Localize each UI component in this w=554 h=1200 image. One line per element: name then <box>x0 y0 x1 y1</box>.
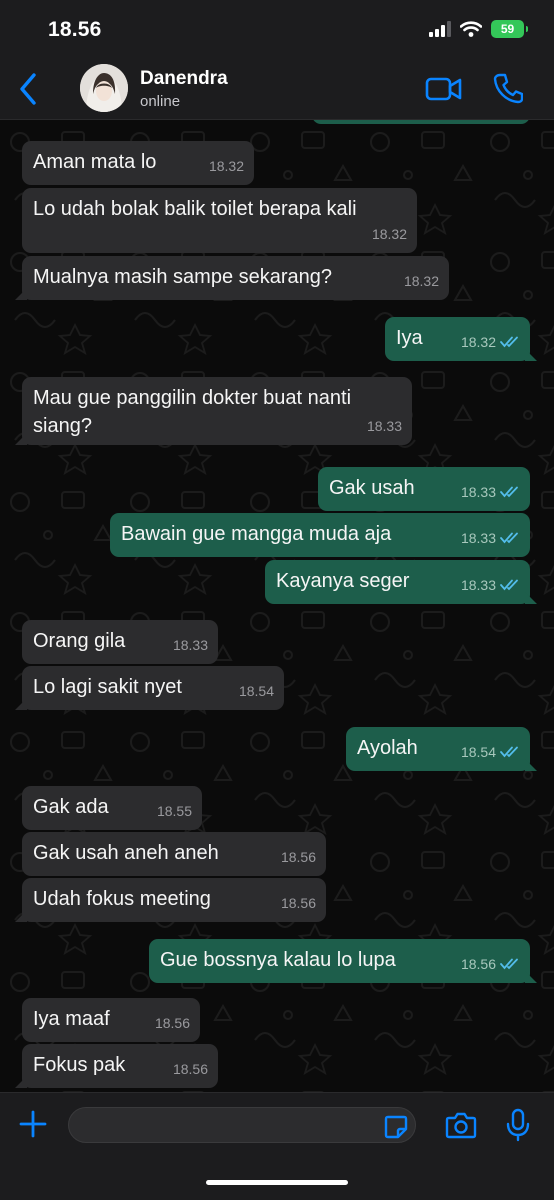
read-receipt-icon <box>500 336 518 348</box>
message-list[interactable]: Aman mata lo 18.32 Lo udah bolak balik t… <box>0 120 554 1092</box>
status-icons: 59 <box>429 20 528 38</box>
message-text: Aman mata lo <box>33 151 157 173</box>
message-bubble-outgoing[interactable]: Gue bossnya kalau lo lupa 18.56 <box>149 939 537 983</box>
message-text: Gak ada <box>33 796 109 818</box>
message-time: 18.33 <box>460 484 496 500</box>
message-bubble-outgoing[interactable]: Kayanya seger 18.33 <box>265 560 537 604</box>
back-chevron-icon[interactable] <box>14 70 42 108</box>
message-text: Fokus pak <box>33 1054 126 1076</box>
message-bubble-incoming[interactable]: Gak ada 18.55 <box>22 786 202 830</box>
message-time: 18.33 <box>366 418 402 434</box>
read-receipt-icon <box>500 486 518 498</box>
message-bubble-incoming[interactable]: Lo lagi sakit nyet 18.54 <box>15 666 284 710</box>
sticker-icon[interactable] <box>383 1114 409 1140</box>
message-text: Kayanya seger <box>276 570 410 592</box>
message-bubble-incoming[interactable]: Iya maaf 18.56 <box>22 998 200 1042</box>
home-indicator <box>206 1180 348 1185</box>
message-text: Gak usah <box>329 477 415 499</box>
message-text: Iya maaf <box>33 1008 110 1030</box>
message-time: 18.56 <box>280 895 316 911</box>
message-bubble-incoming[interactable]: Mau gue panggilin dokter buat nanti sian… <box>15 377 412 445</box>
message-text: Gak usah aneh aneh <box>33 842 219 864</box>
message-bubble-incoming[interactable]: Mualnya masih sampe sekarang? 18.32 <box>15 256 449 300</box>
avatar-image <box>80 64 128 112</box>
message-bubble-incoming[interactable]: Aman mata lo 18.32 <box>22 141 254 185</box>
phone-call-icon[interactable] <box>493 72 523 104</box>
avatar[interactable] <box>80 64 128 112</box>
wifi-icon <box>460 21 482 37</box>
chat-header: Danendra online <box>0 58 554 120</box>
message-bubble-incoming[interactable]: Lo udah bolak balik toilet berapa kali 1… <box>22 188 417 253</box>
message-bubble-outgoing[interactable]: Bawain gue mangga muda aja 18.33 <box>110 513 530 557</box>
message-time: 18.55 <box>156 803 192 819</box>
message-time: 18.32 <box>208 158 244 174</box>
video-call-icon[interactable] <box>425 75 463 103</box>
message-time: 18.32 <box>460 334 496 350</box>
message-text: Lo udah bolak balik toilet berapa kali <box>33 198 357 220</box>
message-time: 18.33 <box>172 637 208 653</box>
message-bubble-outgoing[interactable]: Ayolah 18.54 <box>346 727 537 771</box>
message-time: 18.56 <box>460 956 496 972</box>
message-bubble-incoming[interactable]: Udah fokus meeting 18.56 <box>15 878 326 922</box>
message-time: 18.54 <box>238 683 274 699</box>
message-text: Lo lagi sakit nyet <box>33 676 182 698</box>
plus-icon[interactable] <box>18 1109 48 1139</box>
message-text: Gue bossnya kalau lo lupa <box>160 949 396 971</box>
status-time: 18.56 <box>48 18 102 41</box>
message-text: Udah fokus meeting <box>33 888 211 910</box>
read-receipt-icon <box>500 746 518 758</box>
message-time: 18.56 <box>280 849 316 865</box>
status-bar: 18.56 59 <box>0 0 554 58</box>
message-bubble-outgoing[interactable]: Gak usah 18.33 <box>318 467 530 511</box>
message-time: 18.56 <box>172 1061 208 1077</box>
message-time: 18.33 <box>460 577 496 593</box>
signal-icon <box>429 21 451 37</box>
message-bubble-outgoing[interactable]: Iya 18.32 <box>385 317 537 361</box>
contact-name[interactable]: Danendra <box>140 68 228 90</box>
message-text: Orang gila <box>33 630 126 652</box>
battery-level: 59 <box>500 22 515 36</box>
partial-message-bubble <box>312 120 530 124</box>
message-text: Iya <box>396 327 423 349</box>
message-time: 18.56 <box>154 1015 190 1031</box>
message-time: 18.32 <box>371 226 407 242</box>
contact-status: online <box>140 93 181 110</box>
read-receipt-icon <box>500 579 518 591</box>
message-text: Bawain gue mangga muda aja <box>121 523 392 545</box>
message-text: Mualnya masih sampe sekarang? <box>33 266 333 288</box>
microphone-icon[interactable] <box>506 1108 530 1142</box>
message-bubble-incoming[interactable]: Fokus pak 18.56 <box>15 1044 218 1088</box>
message-time: 18.32 <box>403 273 439 289</box>
read-receipt-icon <box>500 958 518 970</box>
message-text: Mau gue panggilin dokter buat nanti sian… <box>33 387 352 437</box>
message-time: 18.54 <box>460 744 496 760</box>
read-receipt-icon <box>500 532 518 544</box>
message-input[interactable] <box>68 1107 416 1143</box>
camera-icon[interactable] <box>445 1111 477 1139</box>
message-text: Ayolah <box>357 737 418 759</box>
battery-icon: 59 <box>491 20 528 38</box>
message-bubble-incoming[interactable]: Gak usah aneh aneh 18.56 <box>22 832 326 876</box>
message-time: 18.33 <box>460 530 496 546</box>
message-bubble-incoming[interactable]: Orang gila 18.33 <box>22 620 218 664</box>
